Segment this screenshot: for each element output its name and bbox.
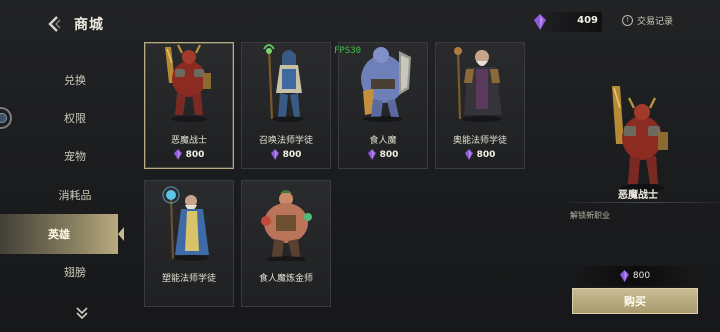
product-detail-panel: 恶魔战士 解锁新职业 800 购买 — [556, 44, 720, 332]
product-price: 800 — [145, 149, 233, 160]
header: 商城 409 ! 交易记录 — [0, 0, 720, 44]
back-arrow-icon — [48, 16, 61, 32]
sidebar-item-consumables[interactable]: 消耗品 — [30, 175, 120, 215]
transaction-history-label: 交易记录 — [637, 17, 674, 27]
currency-display: 409 — [532, 12, 602, 32]
product-name: 食人魔炼金师 — [258, 274, 313, 284]
summoner-apprentice-icon — [263, 44, 304, 122]
product-price-value: 800 — [282, 149, 302, 160]
sidebar-item-label: 权限 — [64, 112, 86, 125]
sidebar-item-exchange[interactable]: 兑换 — [30, 60, 120, 100]
sidebar-item-permissions[interactable]: 权限 — [30, 98, 120, 138]
product-card[interactable]: 食人魔 800 — [338, 42, 428, 169]
demon-warrior-icon — [165, 44, 211, 122]
detail-price: 800 — [572, 266, 698, 286]
product-grid: 恶魔战士 800 召唤法师学徒 800 食人魔 800 奥能法师学徒 800 塑… — [140, 42, 540, 332]
double-chevron-down-icon — [76, 307, 88, 320]
sidebar-item-label: 英雄 — [48, 228, 70, 241]
gem-icon — [173, 149, 182, 160]
product-card[interactable]: 塑能法师学徒 — [144, 180, 234, 307]
shop-screen: 商城 409 ! 交易记录 兑换 权限 宠物 消耗品 英雄 翅膀 恶魔战士 80… — [0, 0, 720, 332]
gem-icon — [367, 149, 376, 160]
sidebar-item-label: 消耗品 — [58, 189, 92, 202]
sidebar-item-pets[interactable]: 宠物 — [30, 136, 120, 176]
gem-icon — [619, 270, 629, 282]
product-card[interactable]: 奥能法师学徒 800 — [435, 42, 525, 169]
product-name: 食人魔 — [369, 136, 397, 146]
product-price-value: 800 — [476, 149, 496, 160]
detail-product-name: 恶魔战士 — [618, 190, 658, 201]
product-price: 800 — [242, 149, 330, 160]
product-price: 800 — [339, 149, 427, 160]
sidebar-item-label: 宠物 — [64, 150, 86, 163]
fps-counter: FPS30 — [334, 46, 362, 56]
arcane-apprentice-icon — [454, 47, 502, 122]
info-icon: ! — [622, 15, 633, 26]
product-name: 召唤法师学徒 — [258, 136, 313, 146]
sidebar-item-label: 翅膀 — [64, 266, 86, 279]
product-card[interactable]: 食人魔炼金师 — [241, 180, 331, 307]
expand-more-button[interactable] — [74, 305, 90, 325]
sidebar-item-label: 兑换 — [64, 74, 86, 87]
detail-price-value: 800 — [632, 271, 651, 281]
product-name: 奥能法师学徒 — [452, 136, 507, 146]
product-price: 800 — [436, 149, 524, 160]
evoker-apprentice-icon — [162, 186, 209, 261]
transaction-history-link[interactable]: ! 交易记录 — [622, 14, 673, 27]
category-sidebar: 兑换 权限 宠物 消耗品 英雄 翅膀 — [0, 56, 124, 332]
back-button[interactable] — [44, 13, 64, 35]
product-name: 塑能法师学徒 — [161, 274, 216, 284]
detail-description: 解锁新职业 — [570, 211, 610, 220]
product-price-value: 800 — [379, 149, 399, 160]
product-name: 恶魔战士 — [170, 136, 207, 146]
gem-icon — [534, 14, 546, 30]
gem-icon — [464, 149, 473, 160]
ogre-alchemist-icon — [261, 190, 312, 261]
buy-button[interactable]: 购买 — [572, 288, 698, 314]
currency-value: 409 — [577, 15, 598, 26]
product-card[interactable]: 恶魔战士 800 — [144, 42, 234, 169]
product-card[interactable]: 召唤法师学徒 800 — [241, 42, 331, 169]
sidebar-item-wings[interactable]: 翅膀 — [30, 252, 120, 292]
divider — [570, 202, 720, 203]
gem-icon — [270, 149, 279, 160]
sidebar-item-heroes[interactable]: 英雄 — [0, 214, 124, 254]
product-price-value: 800 — [185, 149, 205, 160]
page-title: 商城 — [74, 17, 104, 33]
